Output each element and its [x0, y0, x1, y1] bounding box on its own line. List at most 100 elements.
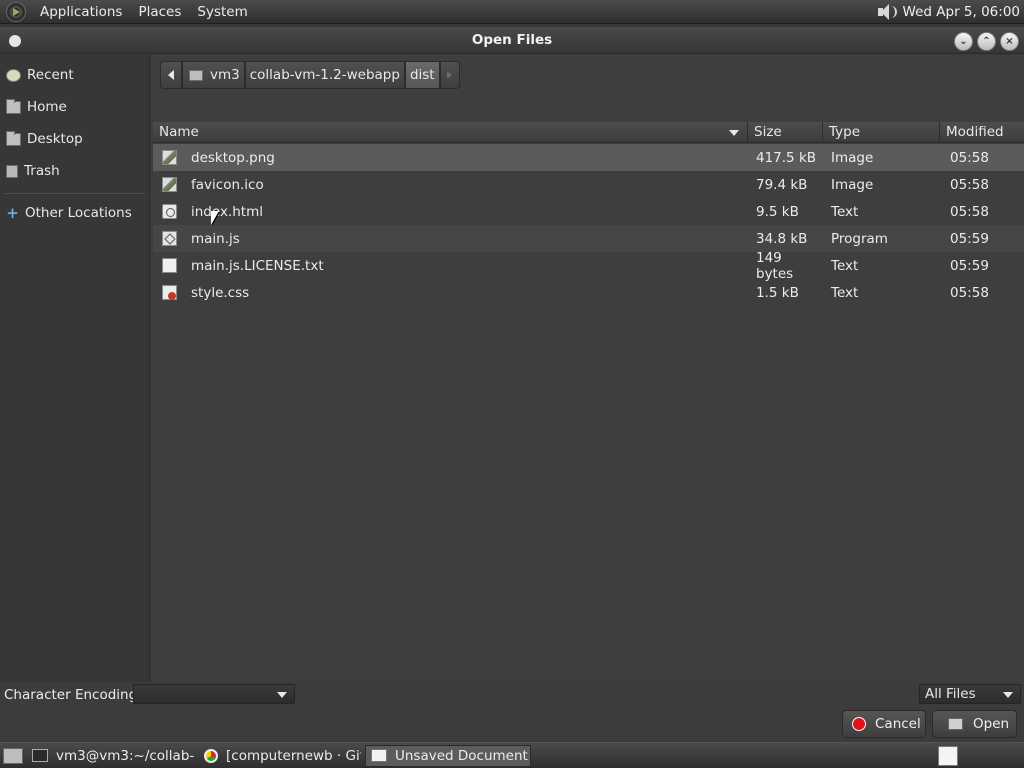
column-size[interactable]: Size: [748, 122, 823, 143]
file-type: Image: [831, 149, 874, 166]
task-terminal[interactable]: vm3@vm3:~/collab-...: [27, 745, 195, 767]
volume-icon[interactable]: [875, 2, 897, 22]
script-file-icon: [162, 231, 177, 246]
sidebar-item-label: Desktop: [27, 131, 83, 147]
path-segment-label: vm3: [210, 67, 240, 83]
trash-icon: [6, 164, 18, 178]
taskbar: vm3@vm3:~/collab-... [computernewb · Git…: [0, 742, 1024, 768]
window-menu-icon[interactable]: [9, 35, 21, 47]
dialog-titlebar[interactable]: Open Files ⌄ ⌃ ×: [0, 27, 1024, 54]
file-filter-value: All Files: [925, 686, 976, 702]
column-type[interactable]: Type: [823, 122, 940, 143]
css-file-icon: [162, 285, 177, 300]
file-row[interactable]: favicon.ico 79.4 kB Image 05:58: [153, 171, 1024, 198]
distro-logo-icon[interactable]: [6, 1, 26, 22]
top-tray: Wed Apr 5, 06:00: [875, 0, 1020, 24]
path-segment-vm3[interactable]: vm3: [182, 61, 245, 89]
dialog-title: Open Files: [471, 32, 553, 48]
sidebar-divider: [4, 193, 145, 194]
file-browser: vm3 collab-vm-1.2-webapp dist Name Size …: [153, 55, 1024, 682]
plus-icon: +: [6, 203, 19, 222]
sidebar-item-desktop[interactable]: Desktop: [0, 123, 149, 155]
sort-descending-icon: [729, 130, 739, 136]
mouse-pointer-icon: [211, 211, 219, 225]
home-folder-icon: [6, 98, 21, 114]
path-segment-webapp[interactable]: collab-vm-1.2-webapp: [244, 61, 405, 89]
file-modified: 05:58: [950, 284, 989, 301]
file-row[interactable]: main.js.LICENSE.txt 149 bytes Text 05:59: [153, 249, 1024, 282]
file-row[interactable]: style.css 1.5 kB Text 05:58: [153, 279, 1024, 306]
column-modified[interactable]: Modified: [940, 122, 1024, 143]
task-label: vm3@vm3:~/collab-...: [56, 747, 195, 764]
file-modified: 05:59: [950, 257, 989, 274]
sidebar-item-label: Home: [27, 99, 67, 115]
file-size: 79.4 kB: [756, 176, 808, 193]
file-size: 1.5 kB: [756, 284, 799, 301]
file-row[interactable]: desktop.png 417.5 kB Image 05:58: [153, 144, 1024, 171]
file-filter-select[interactable]: All Files: [919, 684, 1021, 704]
file-type: Text: [831, 203, 859, 220]
task-chrome[interactable]: [computernewb · Git...: [199, 745, 361, 767]
file-name: desktop.png: [191, 149, 275, 166]
maximize-button[interactable]: ⌃: [977, 32, 996, 51]
places-sidebar: Recent Home Desktop Trash + Other Locati…: [0, 55, 150, 682]
path-segment-label: dist: [409, 67, 435, 83]
file-name: main.js: [191, 230, 240, 247]
chevron-down-icon: [1003, 692, 1013, 698]
path-back-button[interactable]: [160, 61, 182, 89]
file-name: style.css: [191, 284, 250, 301]
minimize-button[interactable]: ⌄: [954, 32, 973, 51]
column-modified-label: Modified: [946, 124, 1004, 140]
file-size: 417.5 kB: [756, 149, 817, 166]
file-row[interactable]: main.js 34.8 kB Program 05:59: [153, 225, 1024, 252]
cancel-button[interactable]: Cancel: [842, 710, 926, 738]
clock[interactable]: Wed Apr 5, 06:00: [903, 4, 1020, 20]
file-type: Program: [831, 230, 888, 247]
file-row[interactable]: index.html 9.5 kB Text 05:58: [153, 198, 1024, 225]
task-text-editor[interactable]: Unsaved Document ...: [365, 744, 531, 767]
image-file-icon: [162, 150, 177, 165]
menu-applications[interactable]: Applications: [32, 0, 130, 24]
file-type: Text: [831, 284, 859, 301]
chevron-right-icon: [447, 71, 453, 79]
encoding-select[interactable]: [133, 684, 295, 704]
file-size: 149 bytes: [756, 249, 794, 282]
file-modified: 05:58: [950, 149, 989, 166]
task-label: Unsaved Document ...: [395, 747, 531, 764]
window-buttons: ⌄ ⌃ ×: [954, 32, 1019, 51]
column-name[interactable]: Name: [153, 122, 748, 143]
sidebar-item-recent[interactable]: Recent: [0, 59, 149, 91]
top-panel: Applications Places System Wed Apr 5, 06…: [0, 0, 1024, 24]
open-folder-icon: [948, 718, 963, 730]
file-modified: 05:58: [950, 176, 989, 193]
file-name: favicon.ico: [191, 176, 264, 193]
menu-system[interactable]: System: [189, 0, 255, 24]
open-button[interactable]: Open: [932, 710, 1017, 738]
chrome-icon: [204, 748, 218, 763]
column-type-label: Type: [829, 124, 861, 140]
sidebar-item-home[interactable]: Home: [0, 91, 149, 123]
notes-tray-icon[interactable]: [938, 746, 958, 766]
file-name: main.js.LICENSE.txt: [191, 257, 324, 274]
sidebar-item-label: Other Locations: [25, 205, 132, 221]
open-label: Open: [973, 716, 1010, 732]
recent-icon: [6, 68, 21, 82]
encoding-label: Character Encoding:: [4, 687, 142, 703]
show-desktop-icon[interactable]: [3, 747, 23, 764]
sidebar-item-label: Trash: [24, 163, 60, 179]
sidebar-item-trash[interactable]: Trash: [0, 155, 149, 187]
file-size: 9.5 kB: [756, 203, 799, 220]
chevron-down-icon: [277, 692, 287, 698]
sidebar-item-other-locations[interactable]: + Other Locations: [0, 197, 149, 229]
menu-places[interactable]: Places: [130, 0, 189, 24]
sidebar-item-label: Recent: [27, 67, 74, 83]
text-file-icon: [162, 258, 177, 273]
path-forward-button[interactable]: [439, 61, 460, 89]
task-label: [computernewb · Git...: [226, 747, 361, 764]
path-segment-dist[interactable]: dist: [404, 61, 440, 89]
close-button[interactable]: ×: [1000, 32, 1019, 51]
chevron-left-icon: [168, 70, 174, 80]
path-bar: vm3 collab-vm-1.2-webapp dist: [153, 55, 1024, 95]
column-header: Name Size Type Modified: [153, 122, 1024, 143]
terminal-icon: [32, 749, 48, 762]
